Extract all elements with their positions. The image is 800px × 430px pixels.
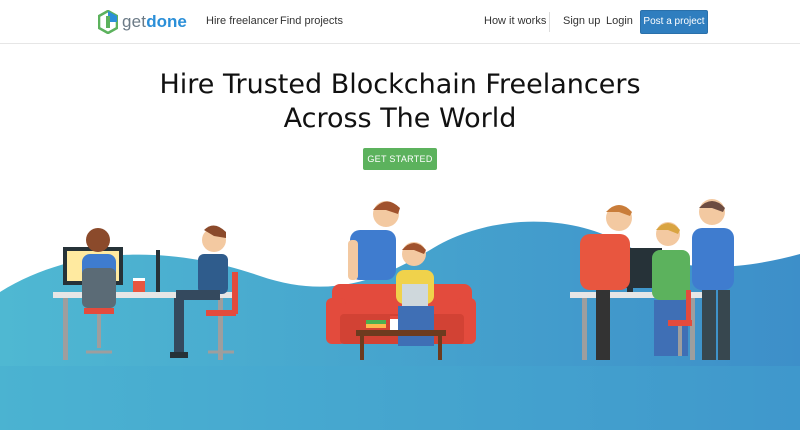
nav-divider: [549, 12, 550, 32]
nav-find-projects[interactable]: Find projects: [280, 15, 343, 27]
hero-title-line1: Hire Trusted Blockchain Freelancers: [159, 69, 641, 100]
brand-name-part1: get: [122, 12, 147, 31]
nav-sign-up[interactable]: Sign up: [563, 15, 600, 27]
nav-hire-freelancer[interactable]: Hire freelancer: [206, 15, 278, 27]
logo-hexagon-icon: [98, 10, 118, 34]
hero-illustration: [0, 199, 800, 430]
brand-name-part2: done: [146, 12, 187, 31]
brand-logo[interactable]: get done: [98, 9, 187, 35]
nav-how-it-works[interactable]: How it works: [484, 15, 546, 27]
top-navigation-bar: get done Hire freelancer Find projects Ho…: [0, 0, 800, 44]
nav-login[interactable]: Login: [606, 15, 633, 27]
hero-title-line2: Across The World: [283, 103, 517, 134]
post-project-button[interactable]: Post a project: [640, 10, 708, 34]
get-started-button[interactable]: GET STARTED: [363, 148, 437, 170]
hero-title: Hire Trusted Blockchain Freelancers Acro…: [0, 68, 800, 136]
wave-floor-shade: [0, 366, 800, 430]
